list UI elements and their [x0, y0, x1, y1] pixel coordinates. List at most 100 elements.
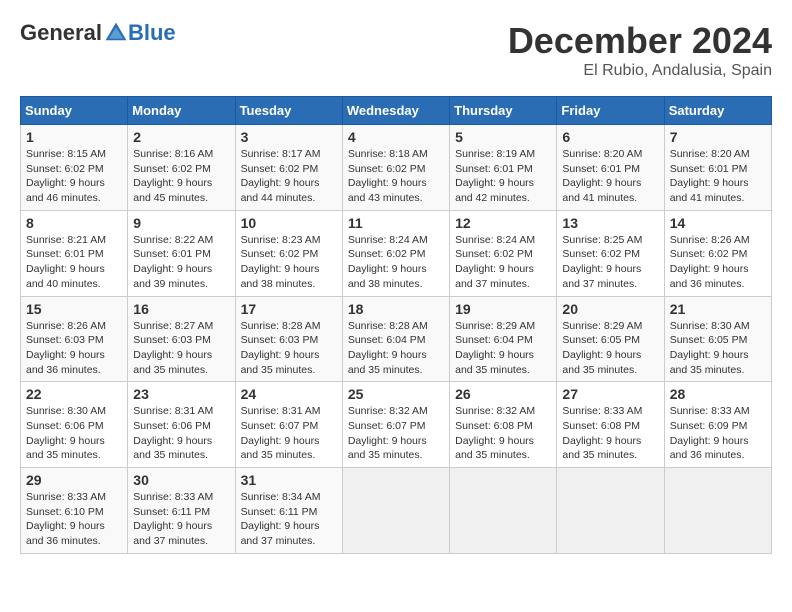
calendar-cell: 13 Sunrise: 8:25 AM Sunset: 6:02 PM Dayli… — [557, 210, 664, 296]
day-number: 27 — [562, 386, 658, 402]
day-number: 14 — [670, 215, 766, 231]
weekday-header-friday: Friday — [557, 97, 664, 125]
day-detail: Sunrise: 8:28 AM Sunset: 6:04 PM Dayligh… — [348, 319, 444, 378]
day-detail: Sunrise: 8:29 AM Sunset: 6:04 PM Dayligh… — [455, 319, 551, 378]
location-title: El Rubio, Andalusia, Spain — [508, 62, 772, 80]
day-number: 5 — [455, 129, 551, 145]
calendar-cell: 23 Sunrise: 8:31 AM Sunset: 6:06 PM Dayli… — [128, 382, 235, 468]
day-number: 22 — [26, 386, 122, 402]
calendar-cell: 4 Sunrise: 8:18 AM Sunset: 6:02 PM Daylig… — [342, 125, 449, 211]
day-detail: Sunrise: 8:32 AM Sunset: 6:08 PM Dayligh… — [455, 404, 551, 463]
logo-general: General — [20, 20, 102, 46]
calendar-cell — [664, 468, 771, 554]
calendar-cell: 1Sunrise: 8:15 AM Sunset: 6:02 PM Daylig… — [21, 125, 128, 211]
day-detail: Sunrise: 8:25 AM Sunset: 6:02 PM Dayligh… — [562, 233, 658, 292]
calendar-cell: 25Sunrise: 8:32 AM Sunset: 6:07 PM Dayli… — [342, 382, 449, 468]
day-detail: Sunrise: 8:33 AM Sunset: 6:09 PM Dayligh… — [670, 404, 766, 463]
calendar-cell: 2Sunrise: 8:16 AM Sunset: 6:02 PM Daylig… — [128, 125, 235, 211]
day-number: 8 — [26, 215, 122, 231]
day-detail: Sunrise: 8:33 AM Sunset: 6:10 PM Dayligh… — [26, 490, 122, 549]
day-detail: Sunrise: 8:21 AM Sunset: 6:01 PM Dayligh… — [26, 233, 122, 292]
calendar-body: 1Sunrise: 8:15 AM Sunset: 6:02 PM Daylig… — [21, 125, 772, 554]
calendar-cell: 19 Sunrise: 8:29 AM Sunset: 6:04 PM Dayli… — [450, 296, 557, 382]
day-number: 20 — [562, 301, 658, 317]
calendar-cell: 31Sunrise: 8:34 AM Sunset: 6:11 PM Dayli… — [235, 468, 342, 554]
weekday-header-sunday: Sunday — [21, 97, 128, 125]
calendar-cell — [450, 468, 557, 554]
day-detail: Sunrise: 8:18 AM Sunset: 6:02 PM Dayligh… — [348, 147, 444, 206]
day-number: 10 — [241, 215, 337, 231]
day-detail: Sunrise: 8:31 AM Sunset: 6:07 PM Dayligh… — [241, 404, 337, 463]
calendar-cell: 16 Sunrise: 8:27 AM Sunset: 6:03 PM Dayli… — [128, 296, 235, 382]
day-number: 24 — [241, 386, 337, 402]
calendar-cell: 22Sunrise: 8:30 AM Sunset: 6:06 PM Dayli… — [21, 382, 128, 468]
day-number: 3 — [241, 129, 337, 145]
day-detail: Sunrise: 8:27 AM Sunset: 6:03 PM Dayligh… — [133, 319, 229, 378]
logo-blue: Blue — [128, 20, 176, 46]
day-detail: Sunrise: 8:29 AM Sunset: 6:05 PM Dayligh… — [562, 319, 658, 378]
day-number: 15 — [26, 301, 122, 317]
title-area: December 2024 El Rubio, Andalusia, Spain — [508, 20, 772, 80]
day-number: 2 — [133, 129, 229, 145]
calendar-cell: 20 Sunrise: 8:29 AM Sunset: 6:05 PM Dayli… — [557, 296, 664, 382]
calendar-cell: 21 Sunrise: 8:30 AM Sunset: 6:05 PM Dayli… — [664, 296, 771, 382]
day-number: 16 — [133, 301, 229, 317]
calendar: SundayMondayTuesdayWednesdayThursdayFrid… — [20, 96, 772, 554]
day-detail: Sunrise: 8:34 AM Sunset: 6:11 PM Dayligh… — [241, 490, 337, 549]
day-detail: Sunrise: 8:19 AM Sunset: 6:01 PM Dayligh… — [455, 147, 551, 206]
calendar-cell: 11 Sunrise: 8:24 AM Sunset: 6:02 PM Dayli… — [342, 210, 449, 296]
week-row-1: 1Sunrise: 8:15 AM Sunset: 6:02 PM Daylig… — [21, 125, 772, 211]
day-detail: Sunrise: 8:24 AM Sunset: 6:02 PM Dayligh… — [348, 233, 444, 292]
day-detail: Sunrise: 8:24 AM Sunset: 6:02 PM Dayligh… — [455, 233, 551, 292]
calendar-cell: 18 Sunrise: 8:28 AM Sunset: 6:04 PM Dayli… — [342, 296, 449, 382]
day-number: 18 — [348, 301, 444, 317]
calendar-cell: 8 Sunrise: 8:21 AM Sunset: 6:01 PM Daylig… — [21, 210, 128, 296]
weekday-header-row: SundayMondayTuesdayWednesdayThursdayFrid… — [21, 97, 772, 125]
day-detail: Sunrise: 8:30 AM Sunset: 6:05 PM Dayligh… — [670, 319, 766, 378]
day-number: 26 — [455, 386, 551, 402]
logo-icon — [104, 21, 128, 45]
calendar-cell: 17 Sunrise: 8:28 AM Sunset: 6:03 PM Dayli… — [235, 296, 342, 382]
day-number: 13 — [562, 215, 658, 231]
week-row-3: 15 Sunrise: 8:26 AM Sunset: 6:03 PM Dayli… — [21, 296, 772, 382]
day-detail: Sunrise: 8:17 AM Sunset: 6:02 PM Dayligh… — [241, 147, 337, 206]
day-detail: Sunrise: 8:22 AM Sunset: 6:01 PM Dayligh… — [133, 233, 229, 292]
weekday-header-tuesday: Tuesday — [235, 97, 342, 125]
day-number: 25 — [348, 386, 444, 402]
day-number: 11 — [348, 215, 444, 231]
day-number: 19 — [455, 301, 551, 317]
day-detail: Sunrise: 8:26 AM Sunset: 6:03 PM Dayligh… — [26, 319, 122, 378]
calendar-cell: 27 Sunrise: 8:33 AM Sunset: 6:08 PM Dayli… — [557, 382, 664, 468]
weekday-header-thursday: Thursday — [450, 97, 557, 125]
calendar-cell: 28 Sunrise: 8:33 AM Sunset: 6:09 PM Dayli… — [664, 382, 771, 468]
calendar-cell: 15 Sunrise: 8:26 AM Sunset: 6:03 PM Dayli… — [21, 296, 128, 382]
calendar-cell: 29 Sunrise: 8:33 AM Sunset: 6:10 PM Dayli… — [21, 468, 128, 554]
header: General Blue December 2024 El Rubio, And… — [20, 20, 772, 80]
day-number: 30 — [133, 472, 229, 488]
week-row-2: 8 Sunrise: 8:21 AM Sunset: 6:01 PM Daylig… — [21, 210, 772, 296]
logo: General Blue — [20, 20, 176, 46]
day-number: 23 — [133, 386, 229, 402]
calendar-cell: 30Sunrise: 8:33 AM Sunset: 6:11 PM Dayli… — [128, 468, 235, 554]
calendar-cell: 14Sunrise: 8:26 AM Sunset: 6:02 PM Dayli… — [664, 210, 771, 296]
calendar-cell: 24 Sunrise: 8:31 AM Sunset: 6:07 PM Dayli… — [235, 382, 342, 468]
calendar-cell — [342, 468, 449, 554]
day-number: 29 — [26, 472, 122, 488]
day-number: 12 — [455, 215, 551, 231]
day-number: 4 — [348, 129, 444, 145]
day-number: 21 — [670, 301, 766, 317]
day-number: 28 — [670, 386, 766, 402]
weekday-header-wednesday: Wednesday — [342, 97, 449, 125]
day-detail: Sunrise: 8:33 AM Sunset: 6:08 PM Dayligh… — [562, 404, 658, 463]
month-title: December 2024 — [508, 20, 772, 62]
weekday-header-monday: Monday — [128, 97, 235, 125]
calendar-cell — [557, 468, 664, 554]
day-detail: Sunrise: 8:28 AM Sunset: 6:03 PM Dayligh… — [241, 319, 337, 378]
week-row-5: 29 Sunrise: 8:33 AM Sunset: 6:10 PM Dayli… — [21, 468, 772, 554]
weekday-header-saturday: Saturday — [664, 97, 771, 125]
calendar-cell: 5 Sunrise: 8:19 AM Sunset: 6:01 PM Daylig… — [450, 125, 557, 211]
day-number: 17 — [241, 301, 337, 317]
day-detail: Sunrise: 8:31 AM Sunset: 6:06 PM Dayligh… — [133, 404, 229, 463]
day-detail: Sunrise: 8:20 AM Sunset: 6:01 PM Dayligh… — [562, 147, 658, 206]
day-number: 9 — [133, 215, 229, 231]
